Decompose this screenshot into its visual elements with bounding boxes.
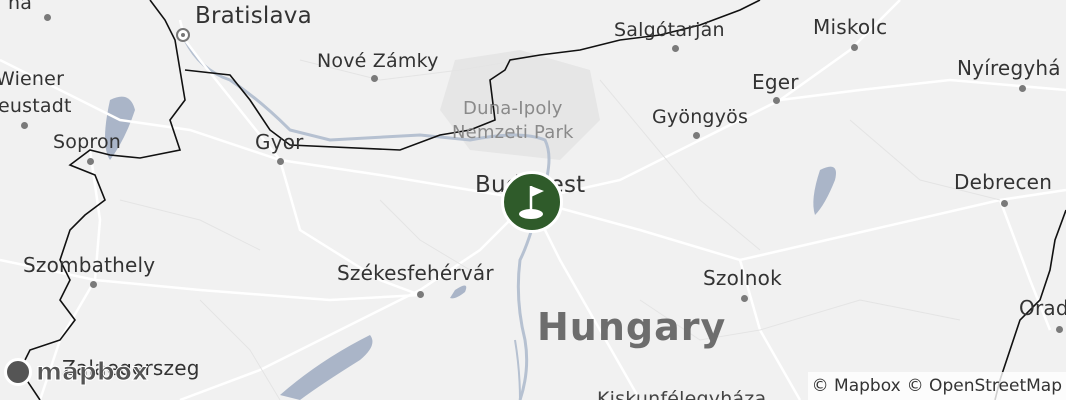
city-dot-nyiregyhaza: [1019, 85, 1026, 92]
label-duna-ipoly-line1: Duna-Ipoly: [463, 98, 563, 119]
label-kiskunfelegyhaza: Kiskunfélegyháza: [597, 388, 767, 400]
label-wiener-neustadt-line1: Wiener: [0, 68, 65, 90]
label-bratislava: Bratislava: [195, 3, 312, 29]
city-dot-salgotarjan: [672, 45, 679, 52]
label-salgotarjan: Salgótarján: [614, 19, 725, 41]
city-dot-gyongyos: [693, 132, 700, 139]
label-szombathely: Szombathely: [23, 253, 156, 277]
city-dot-sopron: [87, 158, 94, 165]
label-szekesfehervar: Székesfehérvár: [337, 261, 494, 285]
mapbox-logo-text: mapbox: [35, 357, 149, 387]
golf-course-marker[interactable]: [501, 171, 563, 233]
mapbox-logo-icon: [4, 357, 32, 386]
map-canvas[interactable]: na Bratislava Nové Zámky Salgótarján Mis…: [0, 0, 1066, 400]
label-debrecen: Debrecen: [954, 170, 1053, 194]
label-miskolc: Miskolc: [813, 15, 888, 39]
city-dot-eger: [773, 97, 780, 104]
attribution-osm-link[interactable]: © OpenStreetMap: [907, 372, 1062, 400]
city-dot-szekesfehervar: [417, 291, 424, 298]
city-dot-na: [44, 14, 51, 21]
label-duna-ipoly-line2: Nemzeti Park: [452, 122, 574, 143]
city-dot-szombathely: [90, 281, 97, 288]
label-sopron: Sopron: [53, 131, 122, 153]
attribution-mapbox-link[interactable]: © Mapbox: [812, 372, 901, 400]
lake-tisza: [813, 166, 836, 215]
lake-velence: [450, 285, 467, 299]
city-dot-debrecen: [1001, 200, 1008, 207]
capital-dot-bratislava: [176, 28, 190, 42]
label-wiener-neustadt-line2: eustadt: [0, 95, 72, 117]
label-na: na: [8, 0, 33, 14]
golf-flag-icon: [519, 186, 544, 219]
label-gyor: Gyor: [255, 130, 304, 154]
city-dot-szolnok: [741, 295, 748, 302]
city-dot-oradea: [1056, 326, 1063, 333]
city-dot-gyor: [277, 158, 284, 165]
mapbox-logo[interactable]: mapbox: [4, 357, 149, 387]
label-eger: Eger: [752, 70, 799, 94]
map-attribution: © Mapbox © OpenStreetMap: [807, 372, 1066, 400]
city-dot-nove-zamky: [371, 75, 378, 82]
label-gyongyos: Gyöngyös: [652, 106, 749, 128]
city-dot-wiener-neustadt: [21, 122, 28, 129]
city-dot-miskolc: [851, 44, 858, 51]
label-nove-zamky: Nové Zámky: [317, 50, 439, 72]
label-szolnok: Szolnok: [703, 266, 782, 290]
label-nyiregyhaza: Nyíregyhá: [957, 56, 1061, 80]
label-duna-ipoly-park: Duna-Ipoly Nemzeti Park: [452, 97, 574, 145]
lake-balaton: [280, 335, 373, 400]
label-hungary: Hungary: [537, 305, 727, 349]
label-oradea: Orad: [1019, 296, 1066, 320]
